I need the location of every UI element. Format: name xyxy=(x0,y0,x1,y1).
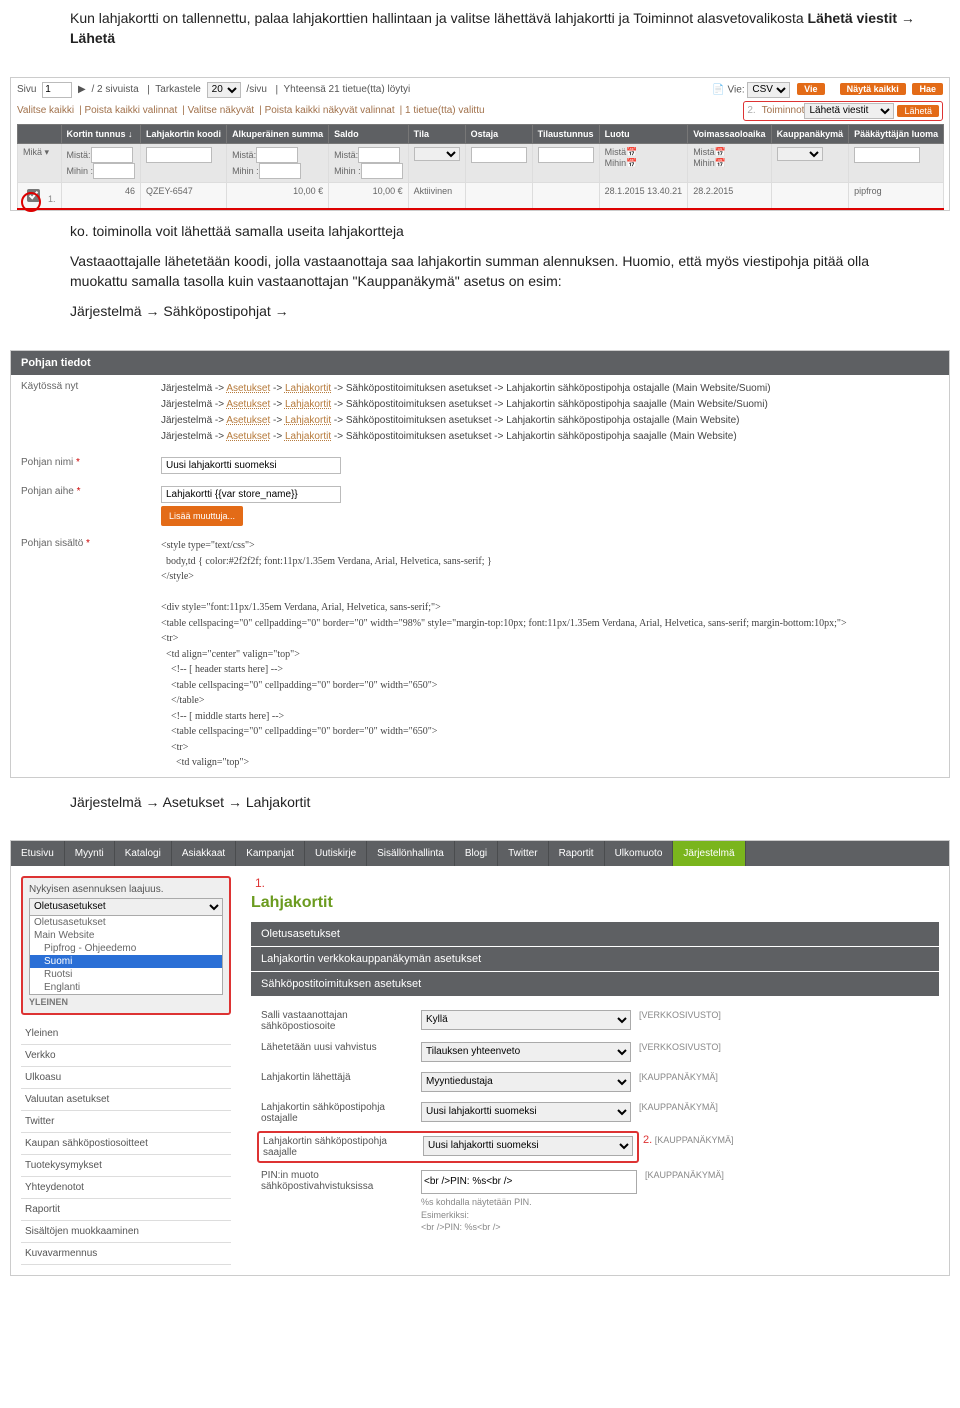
email-template-screenshot: Pohjan tiedot Käytössä nyt Järjestelmä -… xyxy=(10,350,950,778)
reset-filter-button[interactable]: Näytä kaikki xyxy=(840,83,906,95)
page-input[interactable] xyxy=(42,82,72,98)
scope-options-list[interactable]: OletusasetuksetMain WebsitePipfrog - Ohj… xyxy=(29,916,223,995)
calendar-icon[interactable]: 📅 xyxy=(626,158,637,168)
nav-item[interactable]: Katalogi xyxy=(115,841,172,866)
config-tab[interactable]: Valuutan asetukset xyxy=(21,1089,231,1111)
export-button[interactable]: Vie xyxy=(797,83,824,95)
select-visible-link[interactable]: Valitse näkyvät xyxy=(188,105,255,116)
callout-1: 1. xyxy=(48,194,56,204)
scope-select[interactable]: Oletusasetukset xyxy=(29,898,223,916)
nav-item[interactable]: Ulkomuoto xyxy=(605,841,674,866)
search-button[interactable]: Hae xyxy=(912,83,943,95)
template-name-input[interactable] xyxy=(161,457,341,474)
config-tab[interactable]: Twitter xyxy=(21,1111,231,1133)
selection-count: 1 tietue(tta) valittu xyxy=(405,105,484,116)
scope-selector-box: Nykyisen asennuksen laajuus. Oletusasetu… xyxy=(21,876,231,1015)
nav-item[interactable]: Uutiskirje xyxy=(305,841,367,866)
calendar-icon[interactable]: 📅 xyxy=(626,147,637,157)
used-in-list: Järjestelmä -> Asetukset -> Lahjakortit … xyxy=(161,381,939,445)
unselect-all-link[interactable]: Poista kaikki valinnat xyxy=(84,105,177,116)
callout-1: 1. xyxy=(255,876,265,890)
table-row: 1. 46 QZEY-6547 10,00 € 10,00 € Aktiivin… xyxy=(18,182,944,209)
intro-paragraph: Kun lahjakortti on tallennettu, palaa la… xyxy=(70,8,924,49)
config-tab[interactable]: Yhteydenotot xyxy=(21,1177,231,1199)
nav-item[interactable]: Blogi xyxy=(455,841,498,866)
breadcrumb: Järjestelmä → Sähköpostipohjat → xyxy=(70,301,924,321)
gift-card-grid-screenshot: Sivu ▶ / 2 sivuista | Tarkastele 20 /siv… xyxy=(10,77,950,211)
settings-lahjakortit-screenshot: EtusivuMyyntiKatalogiAsiakkaatKampanjatU… xyxy=(10,840,950,1276)
config-tabs: YleinenVerkkoUlkoasuValuutan asetuksetTw… xyxy=(21,1023,231,1265)
label-used: Käytössä nyt xyxy=(21,381,161,392)
calendar-icon[interactable]: 📅 xyxy=(715,158,726,168)
nav-item[interactable]: Järjestelmä xyxy=(673,841,745,866)
paragraph-info: Vastaaottajalle lähetetään koodi, jolla … xyxy=(70,251,924,292)
per-page-select[interactable]: 20 xyxy=(207,82,241,98)
nav-item[interactable]: Asiakkaat xyxy=(172,841,236,866)
top-nav: EtusivuMyyntiKatalogiAsiakkaatKampanjatU… xyxy=(11,841,949,866)
template-content[interactable]: <style type="text/css"> body,td { color:… xyxy=(161,538,939,771)
calendar-icon[interactable]: 📅 xyxy=(715,147,726,157)
callout-2: 2. xyxy=(747,105,755,116)
select-all-link[interactable]: Valitse kaikki xyxy=(17,105,74,116)
page-next-icon[interactable]: ▶ xyxy=(78,84,86,95)
config-tab[interactable]: Raportit xyxy=(21,1199,231,1221)
total-records: Yhteensä 21 tietue(tta) löytyi xyxy=(284,84,411,95)
accordion-item[interactable]: Sähköpostitoimituksen asetukset xyxy=(251,972,939,996)
template-subject-input[interactable] xyxy=(161,486,341,503)
config-tab[interactable]: Kaupan sähköpostiosoitteet xyxy=(21,1133,231,1155)
row-checkbox[interactable] xyxy=(27,189,40,202)
nav-item[interactable]: Etusivu xyxy=(11,841,65,866)
config-tab[interactable]: Sisältöjen muokkaaminen xyxy=(21,1221,231,1243)
accordion-item[interactable]: Lahjakortin verkkokauppanäkymän asetukse… xyxy=(251,947,939,971)
paragraph-ko: ko. toiminolla voit lähettää samalla use… xyxy=(70,221,924,241)
mass-action-select[interactable]: Lähetä viestit xyxy=(804,103,894,119)
nav-item[interactable]: Raportit xyxy=(549,841,605,866)
section-header: Pohjan tiedot xyxy=(11,351,949,375)
config-tab[interactable]: Yleinen xyxy=(21,1023,231,1045)
accordion-item[interactable]: Oletusasetukset xyxy=(251,922,939,946)
mass-action-box: 2. Toiminnot Lähetä viestit Lähetä xyxy=(743,101,943,121)
export-format-select[interactable]: CSV xyxy=(747,82,790,98)
page-title: Lahjakortit xyxy=(251,894,939,912)
nav-item[interactable]: Myynti xyxy=(65,841,115,866)
config-tab[interactable]: Ulkoasu xyxy=(21,1067,231,1089)
unselect-visible-link[interactable]: Poista kaikki näkyvät valinnat xyxy=(265,105,395,116)
insert-variable-button[interactable]: Lisää muuttuja... xyxy=(161,506,243,526)
nav-item[interactable]: Sisällönhallinta xyxy=(367,841,455,866)
page-label: Sivu xyxy=(17,84,36,95)
config-tab[interactable]: Tuotekysymykset xyxy=(21,1155,231,1177)
gift-card-grid: Kortin tunnus ↓Lahjakortin koodi Alkuper… xyxy=(17,124,944,210)
nav-item[interactable]: Kampanjat xyxy=(236,841,305,866)
filter-massaction[interactable]: Mikä ▾ xyxy=(18,143,62,182)
mass-action-submit[interactable]: Lähetä xyxy=(897,105,939,117)
breadcrumb-2: Järjestelmä → Asetukset → Lahjakortit xyxy=(70,792,924,812)
nav-item[interactable]: Twitter xyxy=(498,841,548,866)
config-tab[interactable]: Kuvavarmennus xyxy=(21,1243,231,1265)
config-tab[interactable]: Verkko xyxy=(21,1045,231,1067)
export-icon: 📄 xyxy=(712,84,724,95)
